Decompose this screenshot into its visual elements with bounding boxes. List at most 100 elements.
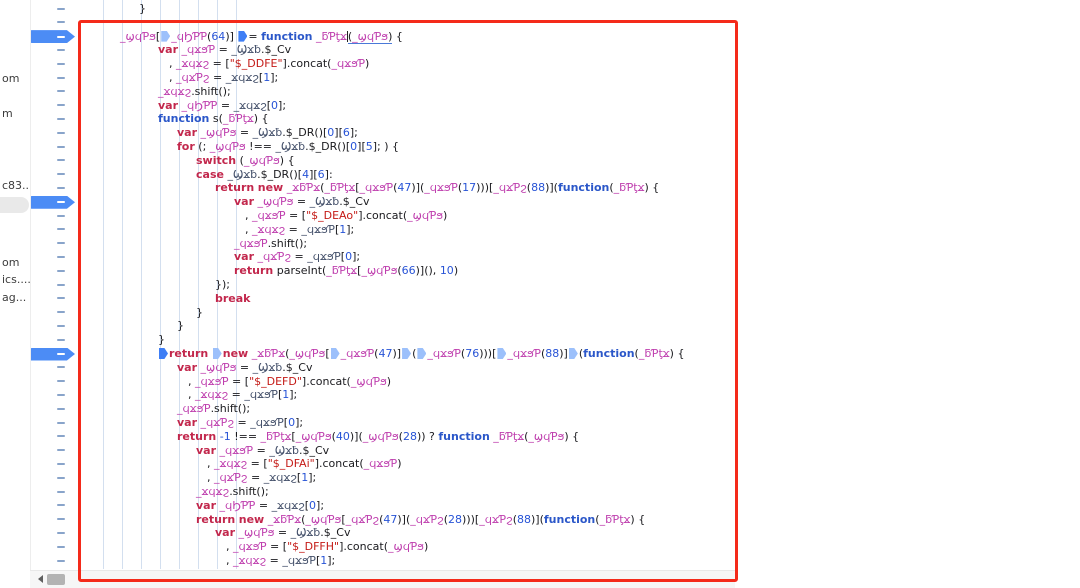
code-line[interactable]: }); — [215, 278, 230, 292]
inline-breakpoint-marker[interactable] — [159, 348, 168, 359]
code-line[interactable]: , _ϫϥϫϩ = ["$_DDFE"].concat(_ϥϫϧƤ) — [169, 57, 369, 71]
code-line[interactable]: break — [215, 292, 251, 306]
gutter-dash[interactable] — [57, 284, 65, 286]
code-line[interactable]: , _ϫϥϫϩ = ["$_DFAi"].concat(_ϥϫϧƤ) — [207, 457, 402, 471]
inline-breakpoint-marker[interactable] — [417, 348, 426, 359]
code-line[interactable]: } — [177, 319, 184, 333]
code-line[interactable]: , _ϫϥϫϩ = _ϥϫϧƤ[1]; — [226, 554, 335, 568]
code-line[interactable]: var _ϥϦƤƤ = _ϫϥϫϩ[0]; — [196, 499, 324, 513]
gutter-dash[interactable] — [57, 8, 65, 10]
gutter-dash[interactable] — [57, 380, 65, 382]
code-line[interactable]: var _ϥϫƤϩ = _ϥϫϧƤ[0]; — [234, 250, 360, 264]
selected-file-pill[interactable] — [0, 197, 29, 213]
inline-breakpoint-marker[interactable] — [497, 348, 506, 359]
code-line[interactable]: for (; _ϣϥƤϧ !== _Ϣϫƀ.$_DR()[0][5]; ) { — [177, 140, 399, 154]
scrollbar-thumb[interactable] — [47, 574, 65, 585]
gutter-dash[interactable] — [57, 270, 65, 272]
gutter-dash[interactable] — [57, 435, 65, 437]
code-line[interactable]: case _Ϣϫƀ.$_DR()[4][6]: — [196, 168, 333, 182]
code-line[interactable]: , _ϥϫƤϩ = _ϫϥϫϩ[1]; — [169, 71, 278, 85]
gutter-dash[interactable] — [57, 518, 65, 520]
code-line[interactable]: _ϫϥϫϩ.shift(); — [158, 85, 231, 99]
code-line[interactable]: var _ϥϫϧƤ = _Ϣϫƀ.$_Cv — [158, 43, 291, 57]
gutter-dash[interactable] — [57, 491, 65, 493]
code-line[interactable]: switch (_ϣϥƤϧ) { — [196, 154, 295, 168]
horizontal-scrollbar[interactable] — [30, 570, 735, 588]
code-line[interactable]: } — [196, 306, 203, 320]
gutter-dash[interactable] — [57, 21, 65, 23]
gutter-dash[interactable] — [57, 256, 65, 258]
sidebar-file-item[interactable]: ics.... — [2, 273, 31, 286]
sidebar-file-item[interactable]: m — [2, 107, 13, 120]
code-line[interactable]: var _ϣϥƤϧ = _Ϣϫƀ.$_Cv — [215, 526, 350, 540]
code-line[interactable]: var _ϥϫƤϩ = _ϥϫϧƤ[0]; — [177, 416, 303, 430]
inline-breakpoint-marker[interactable] — [238, 31, 247, 42]
gutter-dash[interactable] — [57, 311, 65, 313]
code-line[interactable]: var _ϣϥƤϧ = _Ϣϫƀ.$_DR()[0][6]; — [177, 126, 358, 140]
gutter-dash[interactable] — [57, 77, 65, 79]
gutter-dash[interactable] — [57, 49, 65, 51]
code-line[interactable]: var _ϣϥƤϧ = _Ϣϫƀ.$_Cv — [234, 195, 369, 209]
sidebar-file-item[interactable]: om — [2, 256, 19, 269]
gutter-dash[interactable] — [57, 146, 65, 148]
gutter-dash[interactable] — [57, 477, 65, 479]
file-navigator-sidebar[interactable]: ommc83...omics....ag... — [0, 0, 31, 587]
gutter-dash[interactable] — [57, 242, 65, 244]
gutter-dash[interactable] — [57, 449, 65, 451]
gutter-dash[interactable] — [57, 504, 65, 506]
gutter-dash[interactable] — [57, 394, 65, 396]
gutter-dash[interactable] — [57, 63, 65, 65]
gutter-dash[interactable] — [57, 90, 65, 92]
sidebar-file-item[interactable]: om — [2, 72, 19, 85]
code-line[interactable]: , _ϥϫϧƤ = ["$_DFFH"].concat(_ϣϥƤϧ) — [226, 540, 428, 554]
gutter-dash[interactable] — [57, 159, 65, 161]
code-line[interactable]: _ϥϫϧƤ.shift(); — [177, 402, 250, 416]
code-line[interactable]: , _ϫϥϫϩ = _ϥϫϧƤ[1]; — [188, 388, 297, 402]
code-line[interactable]: return parseInt(_ƃƤƫϫ[_ϣϥƤϧ(66)](), 10) — [234, 264, 458, 278]
code-line[interactable]: var _ϥϫϧƤ = _Ϣϫƀ.$_Cv — [196, 444, 329, 458]
gutter-dash[interactable] — [57, 228, 65, 230]
code-line[interactable]: , _ϥϫϧƤ = ["$_DEAo"].concat(_ϣϥƤϧ) — [245, 209, 447, 223]
inline-breakpoint-marker[interactable] — [569, 348, 578, 359]
gutter-dash[interactable] — [57, 408, 65, 410]
code-line[interactable]: , _ϥϫϧƤ = ["$_DEFD"].concat(_ϣϥƤϧ) — [188, 375, 391, 389]
code-line[interactable]: var _ϣϥƤϧ = _Ϣϫƀ.$_Cv — [177, 361, 312, 375]
code-line[interactable]: return -1 !== _ƃƤƫϫ[_ϣϥƤϧ(40)](_ϣϥƤϧ(28)… — [177, 430, 579, 444]
gutter-dash[interactable] — [57, 104, 65, 106]
code-line[interactable]: } — [139, 2, 146, 16]
scrollbar-left-arrow-icon[interactable] — [38, 575, 43, 583]
code-line[interactable]: var _ϥϦƤƤ = _ϫϥϫϩ[0]; — [158, 99, 286, 113]
code-line[interactable]: , _ϥϫƤϩ = _ϫϥϫϩ[1]; — [207, 471, 316, 485]
gutter-dash[interactable] — [57, 297, 65, 299]
code-line[interactable]: _ϣϥƤϧ[_ϥϦƤƤ(64)] = function _ƃƤƫϫ(_ϣϥƤϧ)… — [120, 30, 403, 44]
breakpoint-arrow[interactable] — [30, 348, 75, 361]
code-line[interactable]: } — [158, 333, 165, 347]
gutter-dash[interactable] — [57, 422, 65, 424]
gutter-dash[interactable] — [57, 187, 65, 189]
gutter-dash[interactable] — [57, 560, 65, 562]
inline-breakpoint-marker[interactable] — [161, 31, 170, 42]
gutter-dash[interactable] — [57, 532, 65, 534]
gutter-dash[interactable] — [57, 325, 65, 327]
gutter-dash[interactable] — [57, 463, 65, 465]
code-line[interactable]: return new _ϫƃƤϫ(_ƃƤƫϫ[_ϥϫϧƤ(47)](_ϥϫϧƤ(… — [215, 181, 659, 195]
gutter-dash[interactable] — [57, 546, 65, 548]
code-editor[interactable]: } _ϣϥƤϧ[_ϥϦƤƤ(64)] = function _ƃƤƫϫ(_ϣϥƤϧ… — [0, 0, 1080, 587]
gutter-dash[interactable] — [57, 132, 65, 134]
inline-breakpoint-marker[interactable] — [402, 348, 411, 359]
inline-breakpoint-marker[interactable] — [213, 348, 222, 359]
inline-breakpoint-marker[interactable] — [331, 348, 340, 359]
gutter-dash[interactable] — [57, 215, 65, 217]
breakpoint-arrow[interactable] — [30, 196, 75, 209]
code-line[interactable]: _ϫϥϫϩ.shift(); — [196, 485, 269, 499]
code-line[interactable]: return new _ϫƃƤϫ(_ϣϥƤϧ[_ϥϫƤϩ(47)](_ϥϫƤϩ(… — [196, 513, 645, 527]
breakpoint-arrow[interactable] — [30, 30, 75, 43]
gutter-dash[interactable] — [57, 366, 65, 368]
breakpoint-gutter[interactable] — [30, 0, 96, 587]
gutter-dash[interactable] — [57, 173, 65, 175]
gutter-dash[interactable] — [57, 339, 65, 341]
code-line[interactable]: _ϥϫϧƤ.shift(); — [234, 237, 307, 251]
sidebar-file-item[interactable]: c83... — [2, 179, 31, 192]
code-line[interactable]: function s(_ƃƤƫϫ) { — [158, 112, 269, 126]
gutter-dash[interactable] — [57, 118, 65, 120]
